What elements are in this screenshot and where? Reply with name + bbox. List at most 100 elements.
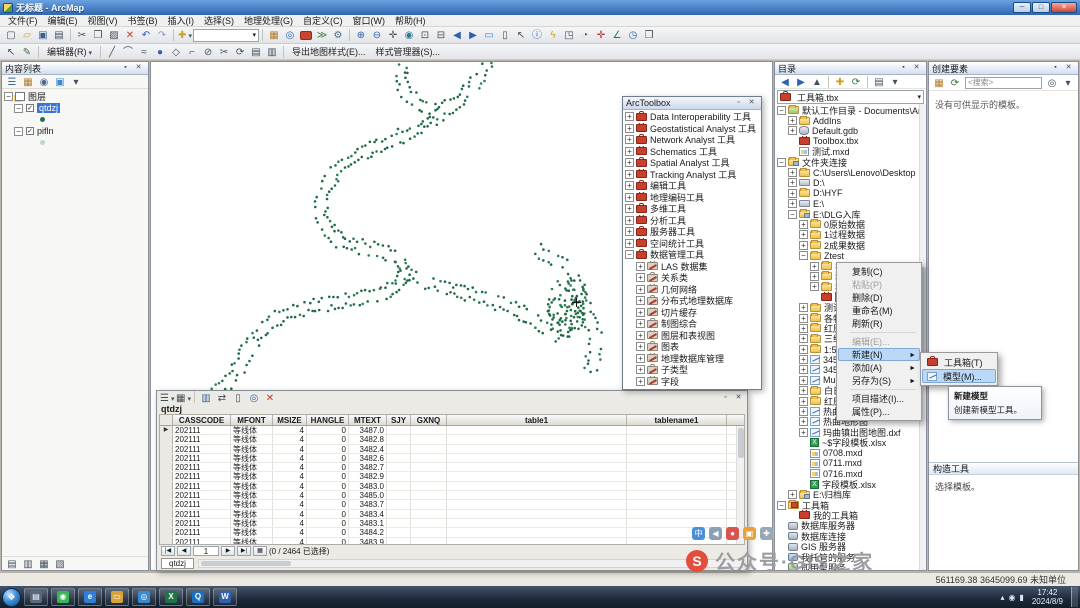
table-options-icon[interactable]: ☰ ▾ [159, 391, 175, 405]
refresh-icon[interactable]: ⟳ [848, 75, 864, 89]
scrollbar-thumb[interactable] [738, 428, 744, 458]
editor-menu-button[interactable]: 编辑器(R) ▾ [42, 45, 97, 59]
table-cell[interactable]: 0 [307, 509, 349, 518]
table-cell[interactable]: 等线体 [231, 453, 273, 463]
table-cell[interactable]: 等线体 [231, 500, 273, 509]
table-cell[interactable]: 4 [273, 518, 307, 528]
tree-item[interactable]: + Network Analyst 工具 [623, 134, 761, 146]
close-button[interactable]: ✕ [1051, 2, 1077, 13]
row-selector[interactable]: ▶ [160, 426, 173, 435]
table-cell[interactable]: 0 [307, 453, 349, 463]
table-tab-qtdzj[interactable]: qtdzj [161, 558, 194, 569]
expand-icon[interactable]: + [625, 238, 634, 248]
table-cell[interactable]: 4 [273, 537, 307, 544]
table-cell[interactable]: 3484.2 [349, 528, 387, 537]
map-scale-combo[interactable]: ▾ [193, 28, 259, 42]
column-header[interactable]: table1 [447, 415, 627, 425]
table-row[interactable]: 202111 等线体 4 0 3483.7 [160, 500, 744, 510]
tree-item[interactable]: 0708.mxd [775, 448, 926, 458]
table-cell[interactable] [447, 491, 627, 500]
expand-icon[interactable]: + [799, 313, 808, 323]
expand-icon[interactable]: + [799, 334, 808, 344]
table-cell[interactable]: 202111 [173, 435, 231, 444]
table-cell[interactable] [627, 509, 727, 518]
expand-icon[interactable]: + [788, 168, 797, 178]
maximize-button[interactable]: □ [1032, 2, 1050, 13]
expand-icon[interactable]: + [625, 227, 634, 237]
zoom-to-selected-icon[interactable]: ◎ [246, 391, 262, 405]
organize-templates-icon[interactable]: ▦ [931, 76, 947, 90]
table-cell[interactable] [627, 435, 727, 444]
save-icon[interactable]: ▣ [35, 28, 51, 42]
table-cell[interactable]: 等线体 [231, 463, 273, 472]
table-cell[interactable] [447, 528, 627, 537]
arc-segment-icon[interactable]: ⌒ [120, 45, 136, 59]
table-cell[interactable]: 等线体 [231, 426, 273, 435]
tree-item[interactable]: + 几何网络 [623, 283, 761, 296]
settings-icon[interactable]: ✚ [760, 527, 773, 540]
table-cell[interactable] [627, 491, 727, 500]
list-by-drawing-order-icon[interactable]: ☰ [4, 75, 20, 89]
expand-icon[interactable]: + [788, 116, 797, 126]
full-extent-icon[interactable]: ◉ [401, 28, 417, 42]
tray-expand-icon[interactable]: ▴ [1000, 593, 1004, 602]
table-cell[interactable]: 0 [307, 537, 349, 544]
table-cell[interactable] [447, 500, 627, 509]
menu-item[interactable]: 属性(P)... [838, 405, 920, 418]
record-number-input[interactable]: 1 [193, 546, 219, 556]
tree-item[interactable]: + 地理数据库管理 [623, 352, 761, 365]
toc-root-item[interactable]: − 图层 [2, 91, 148, 103]
table-cell[interactable] [387, 444, 411, 453]
speaker-icon[interactable]: ◀ [709, 527, 722, 540]
tree-item[interactable]: + E:\归档库 [775, 489, 926, 500]
menu-item[interactable]: 地理处理(G) [239, 15, 298, 27]
tree-item[interactable]: + Schematics 工具 [623, 145, 761, 158]
connect-folder-icon[interactable]: ✚ [832, 75, 848, 89]
tree-item[interactable]: + 编辑工具 [623, 180, 761, 192]
catalog-options-icon[interactable]: ▾ [887, 75, 903, 89]
expand-icon[interactable]: + [625, 181, 634, 191]
table-cell[interactable]: 0 [307, 528, 349, 537]
table-cell[interactable]: 等线体 [231, 472, 273, 481]
tree-item[interactable]: + D:\ [775, 178, 926, 188]
point-tool-icon[interactable]: ● [152, 45, 168, 59]
menu-item[interactable]: 帮助(H) [390, 15, 431, 27]
scrollbar-thumb[interactable] [200, 561, 291, 566]
table-cell[interactable] [627, 472, 727, 481]
find-icon[interactable]: ◔ [577, 28, 593, 42]
collapse-icon[interactable]: − [14, 103, 23, 113]
close-icon[interactable]: ✕ [1062, 63, 1075, 73]
table-cell[interactable]: 202111 [173, 444, 231, 453]
tree-item[interactable]: + 分布式地理数据库 [623, 295, 761, 307]
table-cell[interactable] [447, 453, 627, 463]
straight-segment-icon[interactable]: ╱ [104, 45, 120, 59]
previous-record-button[interactable]: ◀ [177, 546, 191, 556]
tree-item[interactable]: + Geostatistical Analyst 工具 [623, 122, 761, 135]
pan-icon[interactable]: ✛ [385, 28, 401, 42]
table-row[interactable]: ▶ 202111 等线体 4 0 3487.0 [160, 426, 744, 436]
table-cell[interactable]: 3483.0 [349, 481, 387, 491]
search-icon[interactable]: ◎ [1044, 76, 1060, 90]
tree-item[interactable]: + 图层和表视图 [623, 329, 761, 342]
table-cell[interactable] [387, 500, 411, 509]
clear-selection-icon[interactable]: ▯ [230, 391, 246, 405]
last-record-button[interactable]: ▶| [237, 546, 251, 556]
table-cell[interactable] [387, 463, 411, 472]
expand-icon[interactable]: + [636, 319, 645, 329]
table-row[interactable]: 202111 等线体 4 0 3484.2 [160, 528, 744, 538]
close-icon[interactable]: ✕ [910, 63, 923, 73]
table-row[interactable]: 202111 等线体 4 0 3483.9 [160, 537, 744, 544]
table-cell[interactable]: 等线体 [231, 481, 273, 491]
table-cell[interactable]: 4 [273, 472, 307, 481]
toc-options-icon[interactable]: ▾ [68, 75, 84, 89]
table-cell[interactable]: 3487.0 [349, 426, 387, 435]
toc-view-1-icon[interactable]: ▤ [4, 557, 20, 571]
column-header[interactable]: MSIZE [273, 415, 307, 425]
switch-selection-icon[interactable]: ⇄ [214, 391, 230, 405]
table-cell[interactable] [411, 444, 447, 453]
menu-item[interactable]: 文件(F) [3, 15, 43, 27]
tree-item[interactable]: − 工具箱 [775, 500, 926, 510]
table-cell[interactable] [387, 453, 411, 463]
refresh-templates-icon[interactable]: ⟳ [947, 76, 963, 90]
table-cell[interactable]: 3483.9 [349, 537, 387, 544]
